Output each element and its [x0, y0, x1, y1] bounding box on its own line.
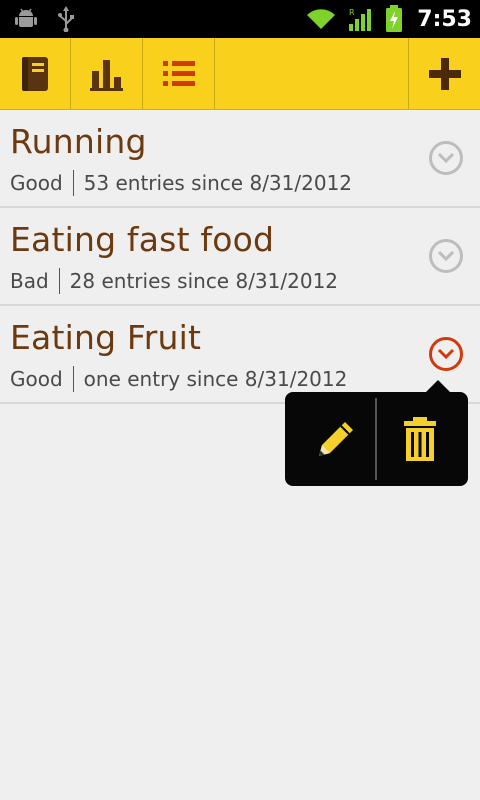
list-item[interactable]: Eating Fruit Good one entry since 8/31/2… [0, 306, 480, 404]
status-bar: R 7:53 [0, 0, 480, 38]
battery-charging-icon [386, 5, 403, 32]
item-subtitle: Good one entry since 8/31/2012 [10, 366, 347, 392]
item-summary: one entry since 8/31/2012 [83, 367, 348, 391]
tab-stats[interactable] [72, 38, 143, 109]
item-rating: Bad [10, 269, 49, 293]
list-item[interactable]: Running Good 53 entries since 8/31/2012 [0, 110, 480, 208]
chevron-down-icon[interactable] [428, 336, 464, 372]
status-time: 7:53 [417, 6, 472, 32]
tab-list[interactable] [144, 38, 215, 109]
item-summary: 28 entries since 8/31/2012 [69, 269, 339, 293]
tab-journal[interactable] [0, 38, 71, 109]
book-icon [22, 56, 48, 91]
list-icon [163, 60, 195, 86]
item-summary: 53 entries since 8/31/2012 [83, 171, 353, 195]
bar-chart-icon [90, 59, 123, 91]
usb-icon [58, 6, 74, 32]
svg-text:R: R [349, 8, 355, 17]
chevron-down-icon[interactable] [428, 140, 464, 176]
habit-list: Running Good 53 entries since 8/31/2012 … [0, 110, 480, 404]
item-rating: Good [10, 367, 63, 391]
signal-icon: R [349, 8, 372, 31]
plus-icon [428, 57, 461, 90]
item-title: Eating Fruit [10, 318, 202, 357]
quick-action-popup [285, 380, 468, 486]
pencil-icon[interactable] [311, 414, 361, 464]
separator [72, 366, 74, 392]
popup-divider [375, 398, 377, 480]
separator [72, 170, 74, 196]
action-bar [0, 38, 480, 110]
item-subtitle: Bad 28 entries since 8/31/2012 [10, 268, 338, 294]
popup-arrow [426, 380, 450, 392]
trash-icon[interactable] [395, 414, 445, 464]
chevron-down-icon[interactable] [428, 238, 464, 274]
item-rating: Good [10, 171, 63, 195]
add-button[interactable] [409, 38, 480, 109]
android-debug-icon [15, 8, 37, 27]
list-item[interactable]: Eating fast food Bad 28 entries since 8/… [0, 208, 480, 306]
wifi-icon [307, 9, 336, 29]
item-subtitle: Good 53 entries since 8/31/2012 [10, 170, 352, 196]
item-title: Eating fast food [10, 220, 275, 259]
separator [58, 268, 60, 294]
item-title: Running [10, 122, 147, 161]
